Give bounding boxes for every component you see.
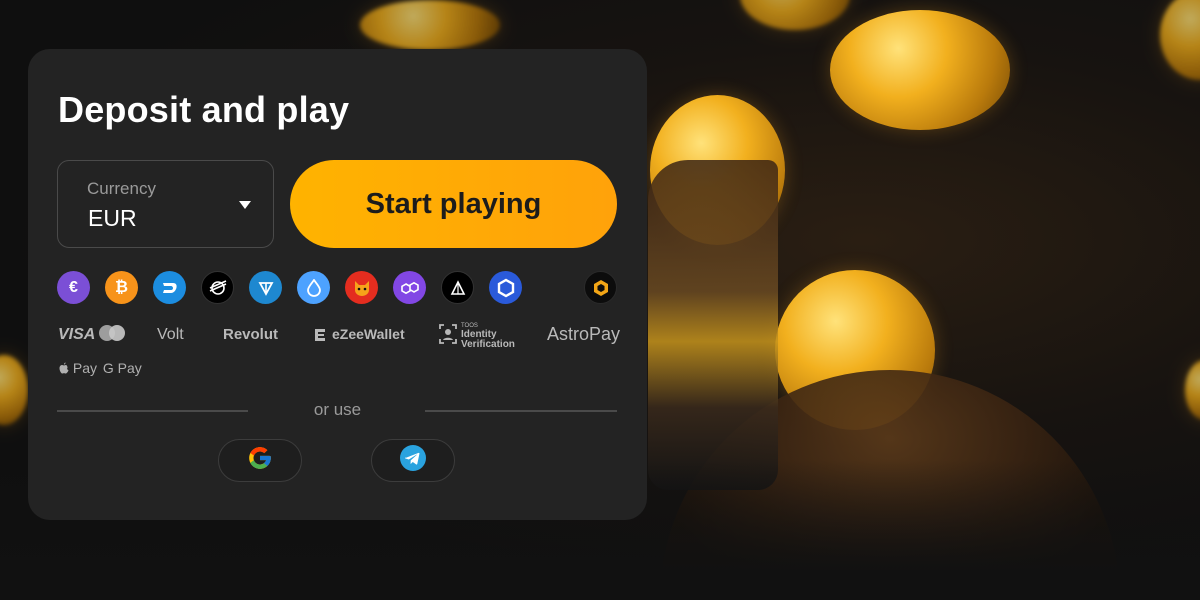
currency-label: Currency bbox=[87, 179, 156, 198]
revolut-logo: Revolut bbox=[223, 326, 279, 343]
visa-logo: VISA bbox=[58, 326, 96, 343]
tron-icon bbox=[441, 271, 474, 304]
currency-select[interactable]: Currency EUR bbox=[57, 160, 274, 248]
dealer-figure bbox=[648, 160, 778, 490]
identity-verification-line2: Verification bbox=[461, 339, 515, 350]
telegram-icon bbox=[400, 445, 426, 476]
divider-right bbox=[425, 410, 617, 412]
volt-logo: Volt bbox=[157, 326, 184, 343]
shiba-icon bbox=[345, 271, 378, 304]
currency-value: EUR bbox=[88, 205, 137, 231]
astropay-logo: AstroPay bbox=[547, 324, 621, 344]
identity-verification-icon bbox=[438, 323, 458, 349]
telegram-login-button[interactable] bbox=[371, 439, 455, 482]
bitcoin-icon: ₿ bbox=[105, 271, 138, 304]
coin-decoration bbox=[740, 0, 850, 30]
chevron-down-icon bbox=[239, 201, 251, 209]
google-icon bbox=[247, 445, 273, 476]
stellar-icon bbox=[201, 271, 234, 304]
apple-icon bbox=[59, 361, 69, 377]
payment-methods: VISA Volt Revolut eZeeWallet TOOS Identi… bbox=[57, 323, 621, 350]
euro-icon: € bbox=[57, 271, 90, 304]
mastercard-icon bbox=[97, 324, 127, 348]
deposit-card: Deposit and play Currency EUR Start play… bbox=[28, 49, 647, 520]
google-login-button[interactable] bbox=[218, 439, 302, 482]
more-crypto-icon bbox=[584, 271, 617, 304]
wallet-pay-methods: Pay G Pay bbox=[59, 360, 142, 377]
coin-decoration bbox=[0, 355, 28, 425]
polygon-icon bbox=[393, 271, 426, 304]
ezeewallet-icon bbox=[312, 327, 328, 347]
chainlink-icon bbox=[489, 271, 522, 304]
apple-pay-label: Pay bbox=[72, 360, 98, 376]
dash-icon bbox=[153, 271, 186, 304]
coin-decoration bbox=[1160, 0, 1200, 80]
start-playing-button[interactable]: Start playing bbox=[290, 160, 617, 248]
ezeewallet-logo: eZeeWallet bbox=[332, 326, 405, 342]
page-title: Deposit and play bbox=[58, 89, 350, 130]
google-pay-label: G Pay bbox=[102, 360, 142, 376]
coin-decoration bbox=[1185, 360, 1200, 420]
ton-icon bbox=[249, 271, 282, 304]
crypto-methods: € ₿ bbox=[57, 271, 618, 305]
sui-icon bbox=[297, 271, 330, 304]
coin-decoration bbox=[360, 0, 500, 50]
coin-decoration bbox=[830, 10, 1010, 130]
